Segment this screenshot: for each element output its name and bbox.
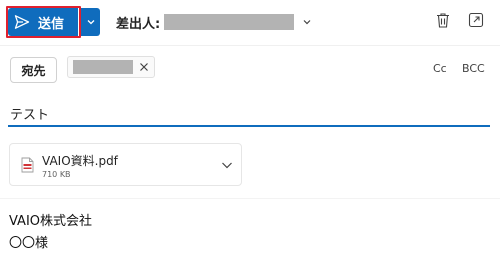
subject-input[interactable] bbox=[10, 104, 490, 122]
message-body-line[interactable]: VAIO株式会社 bbox=[9, 210, 92, 229]
recipient-chip[interactable] bbox=[67, 56, 155, 78]
from-address-redacted bbox=[164, 14, 295, 30]
attachment-name: VAIO資料.pdf bbox=[42, 154, 118, 168]
bcc-button[interactable]: BCC bbox=[462, 62, 485, 75]
chevron-down-icon bbox=[86, 17, 96, 27]
send-button-group: 送信 bbox=[6, 6, 100, 38]
close-icon[interactable] bbox=[139, 62, 149, 72]
trash-icon[interactable] bbox=[434, 11, 452, 29]
recipient-name-redacted bbox=[73, 60, 133, 74]
attachment-card[interactable]: VAIO資料.pdf 710 KB bbox=[9, 143, 242, 186]
from-label: 差出人: bbox=[116, 16, 161, 32]
pop-out-icon[interactable] bbox=[467, 11, 485, 29]
pdf-file-icon bbox=[21, 157, 34, 173]
to-button[interactable]: 宛先 bbox=[10, 57, 57, 83]
message-body-line[interactable]: 〇〇様 bbox=[9, 232, 48, 251]
paper-plane-icon bbox=[14, 14, 30, 30]
chevron-down-icon[interactable] bbox=[302, 17, 312, 27]
attachment-size: 710 KB bbox=[42, 170, 71, 179]
send-label: 送信 bbox=[38, 16, 65, 32]
attachment-divider bbox=[0, 198, 500, 199]
chevron-down-icon[interactable] bbox=[221, 160, 233, 170]
send-button[interactable]: 送信 bbox=[6, 6, 81, 38]
send-options-button[interactable] bbox=[81, 8, 100, 36]
from-selector[interactable]: 差出人: bbox=[116, 12, 312, 32]
subject-focus-underline bbox=[8, 125, 490, 127]
cc-button[interactable]: Cc bbox=[433, 62, 447, 75]
toolbar-divider bbox=[0, 45, 500, 46]
